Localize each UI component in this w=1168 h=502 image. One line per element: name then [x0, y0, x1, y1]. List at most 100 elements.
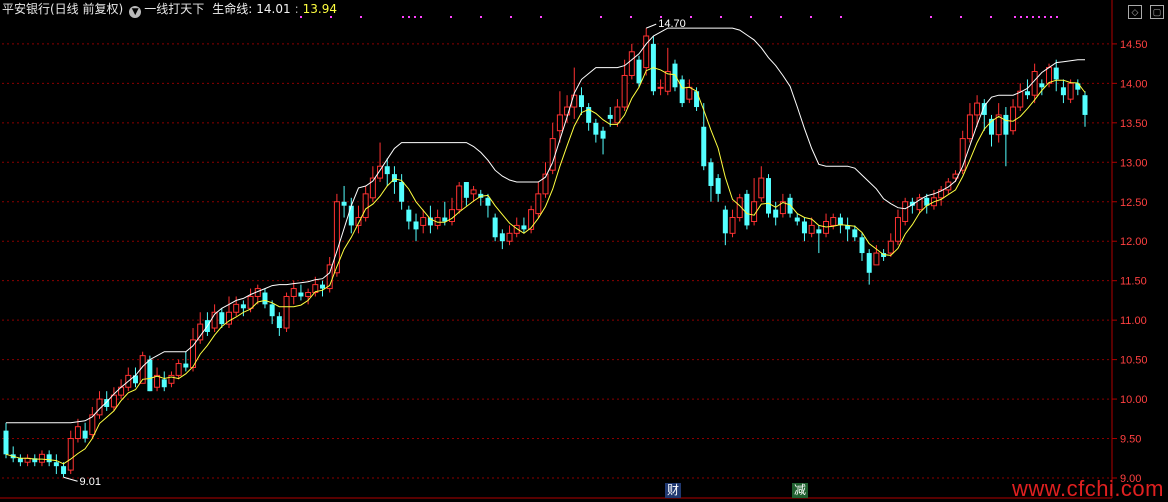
- candle-body: [887, 240, 894, 254]
- candle-body: [406, 209, 412, 222]
- kline-chart[interactable]: 9.009.5010.0010.5011.0011.5012.0012.5013…: [0, 0, 1168, 502]
- candle-body: [981, 103, 987, 115]
- candle-body: [53, 462, 59, 467]
- candle-body: [262, 292, 268, 305]
- axis-tick-label: 13.50: [1120, 118, 1148, 130]
- candle-body: [413, 221, 419, 230]
- candle-body: [1024, 91, 1030, 96]
- price-axis: 9.009.5010.0010.5011.0011.5012.0012.5013…: [0, 0, 1148, 499]
- candle-body: [463, 182, 469, 198]
- candle-body: [974, 102, 981, 116]
- diamond-icon[interactable]: ◇: [1128, 5, 1142, 19]
- candle-body: [233, 303, 240, 313]
- axis-tick-label: 14.50: [1120, 39, 1148, 51]
- candle-body: [456, 185, 463, 211]
- candle-body: [694, 91, 700, 108]
- candle-body: [384, 166, 390, 175]
- event-dot: [690, 16, 692, 18]
- candle-body: [521, 225, 527, 230]
- candle-body: [1039, 83, 1045, 88]
- event-dot: [408, 16, 410, 18]
- candle-body: [1003, 114, 1009, 135]
- candle-body: [46, 454, 52, 463]
- event-dot: [540, 16, 542, 18]
- indicator-name[interactable]: 一线打天下: [144, 2, 204, 16]
- candle-body: [147, 359, 153, 392]
- candle-body: [38, 453, 45, 463]
- candle-body: [643, 35, 650, 69]
- candle-body: [708, 162, 714, 186]
- axis-tick-label: 9.50: [1120, 434, 1141, 446]
- candle-body: [298, 292, 304, 297]
- min-mark-line: [63, 476, 78, 482]
- grid-lines: [2, 43, 1112, 479]
- candle-body: [283, 295, 290, 329]
- candle-body: [628, 51, 635, 76]
- candle-body: [600, 130, 606, 139]
- candle-body: [686, 86, 693, 100]
- candle-body: [348, 205, 354, 226]
- candle-body: [966, 114, 973, 140]
- candle-body: [110, 394, 117, 408]
- axis-tick-label: 14.00: [1120, 78, 1148, 90]
- candle-body: [614, 106, 621, 124]
- candle-body: [758, 177, 765, 199]
- candle-body: [679, 79, 685, 104]
- extreme-marks: 14.70 9.01: [63, 18, 686, 488]
- event-dot: [1056, 16, 1058, 18]
- event-dot: [750, 16, 752, 18]
- event-dot: [1032, 16, 1034, 18]
- event-dot: [1044, 16, 1046, 18]
- candle-body: [506, 232, 513, 242]
- candle-body: [269, 304, 275, 317]
- event-dot: [360, 16, 362, 18]
- axis-tick-label: 11.00: [1120, 315, 1147, 327]
- candle-body: [183, 363, 189, 368]
- event-dot: [720, 16, 722, 18]
- candle-body: [74, 426, 81, 440]
- event-dot: [1026, 16, 1028, 18]
- axis-tick-label: 10.00: [1120, 394, 1148, 406]
- candle-body: [873, 252, 880, 266]
- candle-body: [420, 217, 427, 226]
- candle-body: [3, 430, 9, 455]
- candle-body: [715, 178, 721, 194]
- candle-body: [219, 312, 225, 325]
- axis-tick-label: 12.50: [1120, 197, 1148, 209]
- min-price-label: 9.01: [80, 476, 101, 488]
- watermark: www.cfchi.com: [1012, 476, 1164, 501]
- candle-body: [744, 193, 750, 226]
- candlesticks[interactable]: [3, 28, 1088, 478]
- life-line-value: 14.01: [256, 2, 291, 16]
- candle-body: [657, 86, 664, 89]
- event-dot: [402, 16, 404, 18]
- event-dot: [630, 16, 632, 18]
- dropdown-icon[interactable]: ▼: [129, 6, 142, 18]
- stock-title[interactable]: 平安银行(日线 前复权): [2, 2, 123, 16]
- candle-body: [787, 197, 793, 214]
- window-controls: ◇ ▢: [1120, 2, 1164, 20]
- candle-body: [67, 438, 74, 471]
- max-price-label: 14.70: [658, 18, 686, 30]
- candle-body: [1046, 67, 1053, 84]
- value-separator: :: [294, 2, 299, 16]
- event-reduce-marker[interactable]: 减: [792, 483, 809, 498]
- candle-body: [1031, 71, 1038, 96]
- candle-body: [816, 229, 822, 234]
- event-dot: [810, 16, 812, 18]
- candle-body: [636, 59, 642, 84]
- axis-tick-label: 10.50: [1120, 355, 1148, 367]
- candle-body: [794, 217, 800, 222]
- event-dot: [780, 16, 782, 18]
- candle-body: [499, 233, 505, 242]
- candle-body: [1010, 106, 1017, 132]
- candle-body: [470, 189, 477, 195]
- event-finance-marker[interactable]: 财: [665, 483, 682, 498]
- candle-body: [175, 363, 182, 376]
- candle-body: [492, 217, 498, 238]
- chart-header: 平安银行(日线 前复权) ▼ 一线打天下 生命线: 14.01:13.94: [2, 0, 341, 18]
- event-dot: [930, 16, 932, 18]
- restore-icon[interactable]: ▢: [1150, 5, 1164, 19]
- event-dot: [420, 16, 422, 18]
- candle-body: [578, 95, 584, 108]
